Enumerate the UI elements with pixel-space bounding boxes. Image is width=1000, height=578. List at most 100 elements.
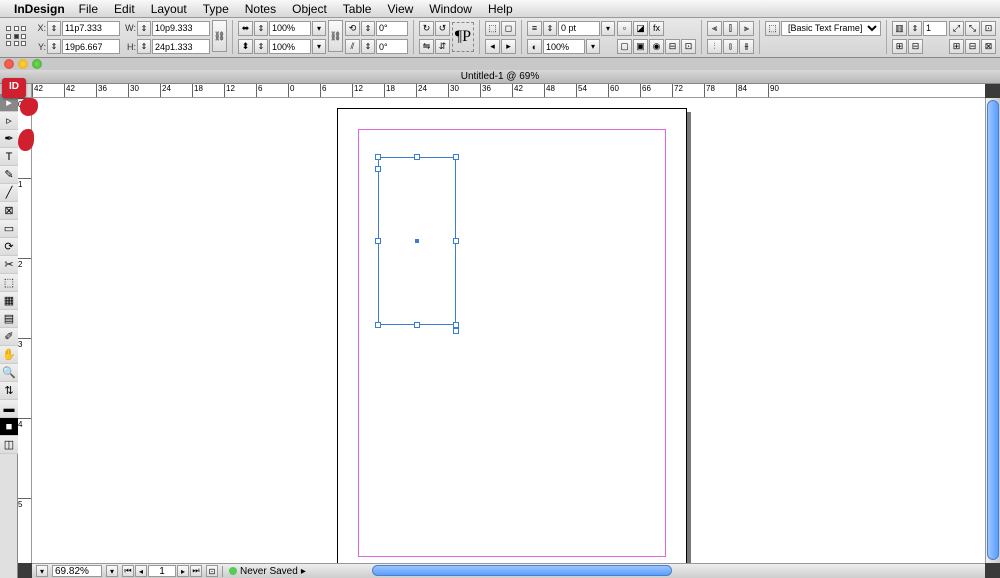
align-left-icon[interactable]: ⫷: [707, 21, 722, 36]
next-page-button[interactable]: ▸: [177, 565, 189, 577]
constrain-scale-icon[interactable]: ⛓: [328, 20, 343, 52]
align-top-icon[interactable]: ⫶: [707, 39, 722, 54]
last-page-button[interactable]: ⏭: [190, 565, 202, 577]
rotate-cw-icon[interactable]: ↻: [419, 21, 434, 36]
select-content-icon[interactable]: ◻: [501, 21, 516, 36]
view-mode-icon[interactable]: ◫: [0, 436, 18, 454]
w-stepper[interactable]: ⇕: [137, 21, 151, 36]
line-tool[interactable]: ╱: [0, 184, 18, 202]
fit-content-icon[interactable]: ⤢: [949, 21, 964, 36]
open-icon[interactable]: ⊡: [206, 565, 218, 577]
eyedropper-tool[interactable]: ✐: [0, 328, 18, 346]
center-point-icon[interactable]: [415, 239, 419, 243]
fitting-icon[interactable]: ⊞: [892, 39, 907, 54]
handle-mid-left[interactable]: [375, 238, 381, 244]
menu-layout[interactable]: Layout: [151, 2, 187, 16]
minimize-window-icon[interactable]: [18, 59, 28, 69]
object-style-select[interactable]: [Basic Text Frame]: [781, 21, 881, 36]
handle-top-right[interactable]: [453, 154, 459, 160]
rotate-tool[interactable]: ⟳: [0, 238, 18, 256]
vertical-ruler[interactable]: 0123456: [18, 98, 32, 563]
type-tool[interactable]: T: [0, 148, 18, 166]
menu-window[interactable]: Window: [429, 2, 472, 16]
free-transform-tool[interactable]: ⬚: [0, 274, 18, 292]
opacity-input[interactable]: [543, 39, 585, 54]
handle-bottom-center[interactable]: [414, 322, 420, 328]
pen-tool[interactable]: ✒: [0, 130, 18, 148]
x-stepper[interactable]: ⇕: [47, 21, 61, 36]
canvas[interactable]: [32, 98, 985, 563]
vertical-scrollbar[interactable]: [985, 98, 1000, 563]
apply-color-icon[interactable]: ■: [0, 418, 18, 436]
handle-top-center[interactable]: [414, 154, 420, 160]
menu-help[interactable]: Help: [488, 2, 513, 16]
rectangle-tool[interactable]: ▭: [0, 220, 18, 238]
pasteboard[interactable]: [32, 98, 985, 563]
text-wrap-column-icon[interactable]: ⊡: [681, 39, 696, 54]
out-port-icon[interactable]: [453, 328, 459, 334]
menu-view[interactable]: View: [387, 2, 413, 16]
menu-file[interactable]: File: [79, 2, 98, 16]
rectangle-frame-tool[interactable]: ⊠: [0, 202, 18, 220]
text-wrap-jump-icon[interactable]: ⊟: [665, 39, 680, 54]
app-name[interactable]: InDesign: [14, 2, 65, 16]
h-stepper[interactable]: ⇕: [137, 39, 151, 54]
rotate-input[interactable]: [376, 21, 408, 36]
menu-notes[interactable]: Notes: [245, 2, 276, 16]
shear-input[interactable]: [376, 39, 408, 54]
rotate-ccw-icon[interactable]: ↺: [435, 21, 450, 36]
text-wrap-shape-icon[interactable]: ◉: [649, 39, 664, 54]
fx-icon[interactable]: fx: [649, 21, 664, 36]
gradient-tool[interactable]: ▦: [0, 292, 18, 310]
pencil-tool[interactable]: ✎: [0, 166, 18, 184]
align-middle-icon[interactable]: ⫾: [723, 39, 738, 54]
prev-page-button[interactable]: ◂: [135, 565, 147, 577]
drop-shadow-icon[interactable]: ◪: [633, 21, 648, 36]
paragraph-formatting-icon[interactable]: ¶P: [452, 22, 474, 52]
align-bottom-icon[interactable]: ⫵: [739, 39, 754, 54]
zoom-dropdown-icon[interactable]: ▾: [106, 565, 118, 577]
scissors-tool[interactable]: ✂: [0, 256, 18, 274]
align-center-icon[interactable]: ⫿: [723, 21, 738, 36]
scale-x-input[interactable]: [269, 21, 311, 36]
stroke-input[interactable]: [558, 21, 600, 36]
save-status[interactable]: Never Saved ▸: [222, 566, 306, 577]
horizontal-scrollbar[interactable]: [370, 563, 985, 578]
zoom-window-icon[interactable]: [32, 59, 42, 69]
selected-frame[interactable]: [378, 157, 456, 325]
text-wrap-none-icon[interactable]: ▢: [617, 39, 632, 54]
flip-h-icon[interactable]: ⇋: [419, 39, 434, 54]
note-tool[interactable]: ▤: [0, 310, 18, 328]
x-input[interactable]: [62, 21, 120, 36]
flip-v-icon[interactable]: ⇵: [435, 39, 450, 54]
zoom-menu-icon[interactable]: ▾: [36, 565, 48, 577]
close-window-icon[interactable]: [4, 59, 14, 69]
menu-object[interactable]: Object: [292, 2, 327, 16]
select-container-icon[interactable]: ⬚: [485, 21, 500, 36]
align-right-icon[interactable]: ⫸: [739, 21, 754, 36]
fill-stroke-swap-icon[interactable]: ⇅: [0, 382, 18, 400]
direct-selection-tool[interactable]: ▹: [0, 112, 18, 130]
menu-type[interactable]: Type: [203, 2, 229, 16]
scroll-thumb[interactable]: [987, 100, 999, 560]
in-port-icon[interactable]: [375, 166, 381, 172]
columns-input[interactable]: [923, 21, 947, 36]
zoom-input[interactable]: [52, 565, 102, 577]
y-input[interactable]: [62, 39, 120, 54]
w-input[interactable]: [152, 21, 210, 36]
y-stepper[interactable]: ⇕: [47, 39, 61, 54]
menu-table[interactable]: Table: [343, 2, 372, 16]
menu-edit[interactable]: Edit: [114, 2, 135, 16]
scroll-thumb[interactable]: [372, 565, 672, 576]
scale-y-input[interactable]: [269, 39, 311, 54]
first-page-button[interactable]: ⏮: [122, 565, 134, 577]
handle-top-left[interactable]: [375, 154, 381, 160]
next-object-icon[interactable]: ▸: [501, 39, 516, 54]
handle-mid-right[interactable]: [453, 238, 459, 244]
page[interactable]: [337, 108, 687, 563]
prev-object-icon[interactable]: ◂: [485, 39, 500, 54]
handle-bottom-left[interactable]: [375, 322, 381, 328]
text-wrap-bbox-icon[interactable]: ▣: [633, 39, 648, 54]
page-number-input[interactable]: [148, 565, 176, 577]
constrain-wh-icon[interactable]: ⛓: [212, 20, 227, 52]
